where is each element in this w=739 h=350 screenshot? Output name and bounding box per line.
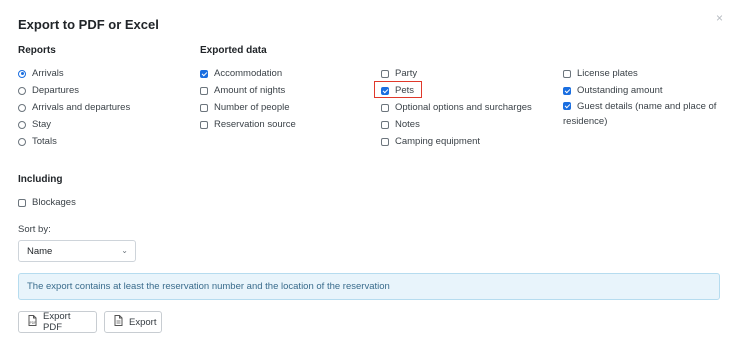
checkbox-blockages[interactable] [18, 198, 26, 207]
info-alert-text: The export contains at least the reserva… [27, 281, 390, 292]
report-option-label: Totals [32, 136, 57, 147]
export-option-reservation-source[interactable]: Reservation source [200, 119, 296, 130]
export-option-label: Reservation source [214, 119, 296, 130]
export-option-label: Pets [395, 85, 415, 96]
export-option-accommodation[interactable]: Accommodation [200, 68, 282, 79]
radio-departures[interactable] [18, 86, 26, 95]
checkbox-notes[interactable] [381, 120, 389, 129]
radio-arrivals[interactable] [18, 69, 26, 78]
checkbox-camping-equipment[interactable] [381, 137, 389, 146]
checkbox-accommodation[interactable] [200, 69, 208, 78]
report-option-label: Stay [32, 119, 52, 130]
checkbox-outstanding-amount[interactable] [563, 86, 571, 95]
export-option-camping-equipment[interactable]: Camping equipment [381, 136, 480, 147]
including-option-label: Blockages [32, 197, 76, 208]
export-option-outstanding-amount[interactable]: Outstanding amount [563, 85, 663, 96]
report-option-label: Arrivals and departures [32, 102, 131, 113]
radio-totals[interactable] [18, 137, 26, 146]
export-option-label: Accommodation [214, 68, 283, 79]
report-option-arrivals-and-departures[interactable]: Arrivals and departures [18, 102, 130, 113]
export-button[interactable]: Export [104, 311, 162, 333]
including-option-blockages[interactable]: Blockages [18, 197, 76, 208]
checkbox-optional-options[interactable] [381, 103, 389, 112]
export-option-notes[interactable]: Notes [381, 119, 420, 130]
checkbox-reservation-source[interactable] [200, 120, 208, 129]
export-option-label: License plates [577, 68, 638, 79]
checkbox-number-of-people[interactable] [200, 103, 208, 112]
pdf-file-icon: PDF [28, 315, 37, 329]
report-option-label: Arrivals [32, 68, 64, 79]
report-option-arrivals[interactable]: Arrivals [18, 68, 64, 79]
export-option-label: Guest details (name and place of residen… [563, 101, 717, 127]
report-option-departures[interactable]: Departures [18, 85, 79, 96]
export-option-amount-of-nights[interactable]: Amount of nights [200, 85, 285, 96]
export-option-label: Number of people [214, 102, 290, 113]
export-option-label: Camping equipment [395, 136, 481, 147]
report-option-label: Departures [32, 85, 79, 96]
export-option-label: Optional options and surcharges [395, 102, 532, 113]
reports-heading: Reports [18, 45, 56, 56]
chevron-down-icon: ⌄ [121, 246, 128, 255]
export-pdf-label: Export PDF [43, 311, 71, 333]
radio-stay[interactable] [18, 120, 26, 129]
exported-data-heading: Exported data [200, 45, 267, 56]
checkbox-license-plates[interactable] [563, 69, 571, 78]
export-label: Export [129, 316, 157, 328]
sort-by-select[interactable]: Name ⌄ [18, 240, 136, 262]
report-option-totals[interactable]: Totals [18, 136, 57, 147]
export-option-label: Party [395, 68, 418, 79]
export-option-guest-details[interactable]: Guest details (name and place of residen… [563, 99, 721, 129]
radio-arrivals-and-departures[interactable] [18, 103, 26, 112]
export-option-pets[interactable]: Pets [381, 85, 414, 96]
export-option-label: Notes [395, 119, 420, 130]
export-option-party[interactable]: Party [381, 68, 417, 79]
export-option-label: Outstanding amount [577, 85, 663, 96]
checkbox-party[interactable] [381, 69, 389, 78]
file-icon [114, 315, 123, 329]
checkbox-pets[interactable] [381, 86, 389, 95]
export-option-optional-options[interactable]: Optional options and surcharges [381, 102, 532, 113]
info-alert: The export contains at least the reserva… [18, 273, 720, 300]
close-icon[interactable]: × [716, 11, 723, 25]
checkbox-guest-details[interactable] [563, 102, 571, 110]
checkbox-amount-of-nights[interactable] [200, 86, 208, 95]
export-option-number-of-people[interactable]: Number of people [200, 102, 290, 113]
export-pdf-button[interactable]: PDF Export PDF [18, 311, 97, 333]
svg-text:PDF: PDF [30, 321, 36, 325]
including-heading: Including [18, 174, 63, 185]
sort-by-selected-value: Name [27, 245, 53, 257]
sort-by-label: Sort by: [18, 224, 51, 235]
dialog-title: Export to PDF or Excel [18, 17, 159, 32]
export-option-license-plates[interactable]: License plates [563, 68, 638, 79]
export-option-label: Amount of nights [214, 85, 286, 96]
report-option-stay[interactable]: Stay [18, 119, 51, 130]
